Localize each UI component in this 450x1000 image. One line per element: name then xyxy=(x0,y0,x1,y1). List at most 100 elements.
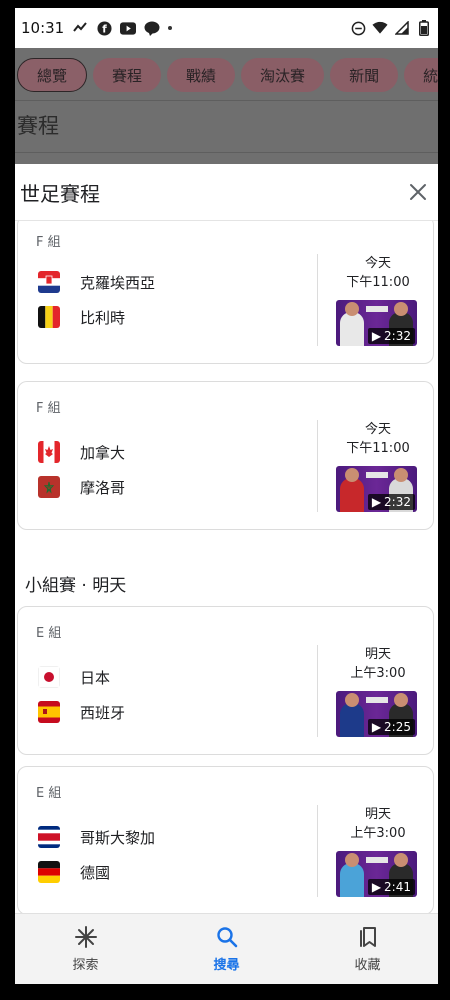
highlight-video-thumbnail[interactable]: ▶ 2:41 xyxy=(336,851,417,897)
team-name: 日本 xyxy=(80,668,111,687)
video-duration: ▶ 2:25 xyxy=(367,719,415,735)
youtube-icon xyxy=(120,20,137,36)
search-icon xyxy=(216,927,237,948)
line-icon xyxy=(144,20,160,36)
highlight-video-thumbnail[interactable]: ▶ 2:32 xyxy=(336,466,417,512)
team-row: 西班牙 xyxy=(38,701,125,723)
match-time: 上午3:00 xyxy=(350,826,406,841)
tab-news[interactable]: 新聞 xyxy=(330,58,399,92)
tab-knockout[interactable]: 淘汰賽 xyxy=(241,58,325,92)
match-day: 明天 xyxy=(364,807,391,822)
costa-rica-flag-icon xyxy=(38,826,60,848)
background-app-scrim[interactable]: 總覽 賽程 戰績 淘汰賽 新聞 統 賽程 xyxy=(15,48,438,168)
team-name: 西班牙 xyxy=(80,703,126,722)
thumbnail-flags xyxy=(366,306,388,312)
status-time: 10:31 xyxy=(21,19,65,37)
divider xyxy=(15,100,438,101)
team-name: 加拿大 xyxy=(80,443,126,462)
divider xyxy=(317,645,318,737)
video-duration: ▶ 2:41 xyxy=(367,879,415,895)
missed-call-icon xyxy=(72,20,88,36)
tab-stats[interactable]: 統 xyxy=(404,58,438,92)
germany-flag-icon xyxy=(38,861,60,883)
team-row: 克羅埃西亞 xyxy=(38,271,155,293)
thumbnail-flags xyxy=(366,472,388,478)
close-button[interactable] xyxy=(403,177,433,207)
croatia-flag-icon xyxy=(38,271,60,293)
duration-text: 2:32 xyxy=(384,329,411,343)
team-name: 德國 xyxy=(80,863,111,882)
team-row: 德國 xyxy=(38,861,110,883)
team-name: 克羅埃西亞 xyxy=(80,273,156,292)
team-row: 加拿大 xyxy=(38,441,125,463)
tab-chips: 總覽 賽程 戰績 淘汰賽 新聞 統 xyxy=(17,58,438,92)
highlight-video-thumbnail[interactable]: ▶ 2:25 xyxy=(336,691,417,737)
match-card[interactable]: E 組 哥斯大黎加 德國 明天 上午3:00 ▶ 2:41 xyxy=(17,766,434,913)
team-row: 哥斯大黎加 xyxy=(38,826,155,848)
tab-standings[interactable]: 戰績 xyxy=(167,58,236,92)
highlight-video-thumbnail[interactable]: ▶ 2:32 xyxy=(336,300,417,346)
phone-screen: 10:31 f 總覽 賽程 戰績 淘汰賽 新聞 統 賽程 世足賽程 F 組 克羅… xyxy=(15,8,438,984)
team-row: 摩洛哥 xyxy=(38,476,125,498)
sheet-title: 世足賽程 xyxy=(20,181,100,206)
group-label: F 組 xyxy=(36,235,61,250)
canada-flag-icon xyxy=(38,441,60,463)
team-name: 哥斯大黎加 xyxy=(80,828,156,847)
duration-text: 2:25 xyxy=(384,720,411,734)
divider xyxy=(317,254,318,346)
match-card[interactable]: E 組 日本 西班牙 明天 上午3:00 ▶ 2:25 xyxy=(17,606,434,755)
nav-label: 探索 xyxy=(72,958,99,973)
close-icon xyxy=(410,184,426,200)
player-image xyxy=(340,693,364,737)
section-header: 小組賽 · 明天 xyxy=(25,576,127,596)
video-duration: ▶ 2:32 xyxy=(367,494,415,510)
tab-overview[interactable]: 總覽 xyxy=(17,58,88,92)
discover-icon xyxy=(74,926,97,948)
match-time: 下午11:00 xyxy=(346,275,410,290)
divider xyxy=(15,152,438,153)
group-label: F 組 xyxy=(36,401,61,416)
match-time: 下午11:00 xyxy=(346,441,410,456)
spain-flag-icon xyxy=(38,701,60,723)
nav-saved[interactable]: 收藏 xyxy=(297,914,438,984)
match-day: 今天 xyxy=(364,422,391,437)
match-time: 上午3:00 xyxy=(350,666,406,681)
match-day: 明天 xyxy=(364,647,391,662)
nav-discover[interactable]: 探索 xyxy=(15,914,156,984)
japan-flag-icon xyxy=(38,666,60,688)
battery-icon xyxy=(416,20,432,36)
nav-label: 收藏 xyxy=(354,958,381,973)
bottom-navigation: 探索 搜尋 收藏 xyxy=(15,913,438,984)
play-icon: ▶ xyxy=(371,720,382,734)
wifi-icon xyxy=(372,20,388,36)
nav-search[interactable]: 搜尋 xyxy=(156,914,297,984)
thumbnail-flags xyxy=(366,697,388,703)
tab-schedule[interactable]: 賽程 xyxy=(93,58,162,92)
group-label: E 組 xyxy=(36,786,62,801)
play-icon: ▶ xyxy=(371,495,382,509)
facebook-icon: f xyxy=(96,20,112,36)
match-card[interactable]: F 組 克羅埃西亞 比利時 今天 下午11:00 ▶ 2:32 xyxy=(17,221,434,364)
play-icon: ▶ xyxy=(371,880,382,894)
do-not-disturb-icon xyxy=(350,20,366,36)
player-image xyxy=(340,853,364,897)
bookmarks-icon xyxy=(359,927,376,947)
group-label: E 組 xyxy=(36,626,62,641)
morocco-flag-icon xyxy=(38,476,60,498)
nav-label: 搜尋 xyxy=(213,958,240,973)
player-image xyxy=(340,468,364,512)
match-card[interactable]: F 組 加拿大 摩洛哥 今天 下午11:00 ▶ 2:32 xyxy=(17,381,434,530)
team-name: 摩洛哥 xyxy=(80,478,126,497)
match-day: 今天 xyxy=(364,256,391,271)
team-row: 比利時 xyxy=(38,306,125,328)
duration-text: 2:32 xyxy=(384,495,411,509)
belgium-flag-icon xyxy=(38,306,60,328)
play-icon: ▶ xyxy=(371,329,382,343)
schedule-sheet: 世足賽程 F 組 克羅埃西亞 比利時 今天 下午11:00 ▶ 2:32 F 組… xyxy=(15,164,438,914)
duration-text: 2:41 xyxy=(384,880,411,894)
schedule-list[interactable]: F 組 克羅埃西亞 比利時 今天 下午11:00 ▶ 2:32 F 組 加拿大 … xyxy=(15,221,438,913)
team-name: 比利時 xyxy=(80,308,126,327)
divider xyxy=(317,805,318,897)
background-section-title: 賽程 xyxy=(17,114,59,138)
video-duration: ▶ 2:32 xyxy=(367,328,415,344)
